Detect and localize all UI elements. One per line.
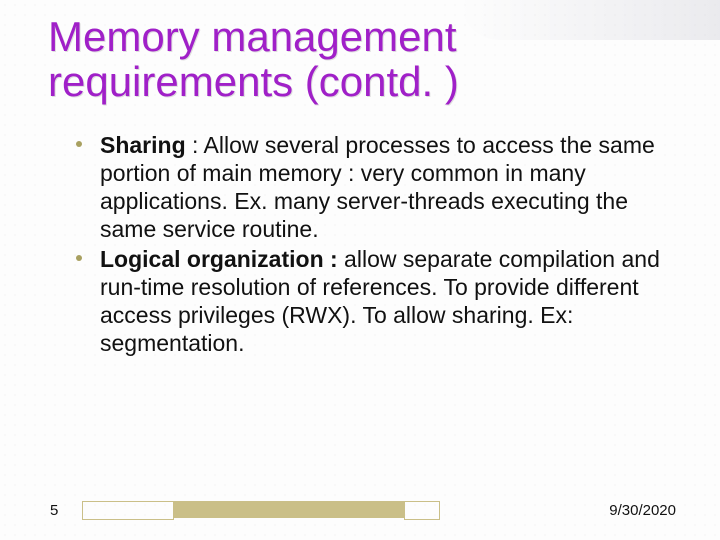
footer-bar-segment <box>404 501 440 520</box>
footer-bar <box>82 501 440 520</box>
list-item: Logical organization : allow separate co… <box>76 245 678 357</box>
list-item: Sharing : Allow several processes to acc… <box>76 131 678 243</box>
bullet-list: Sharing : Allow several processes to acc… <box>76 131 678 357</box>
bullet-lead: Sharing <box>100 132 186 158</box>
footer-bar-segment <box>174 501 404 518</box>
slide-date: 9/30/2020 <box>609 502 676 519</box>
page-number: 5 <box>50 502 68 519</box>
footer-bar-segment <box>82 501 174 520</box>
slide-footer: 5 9/30/2020 <box>50 501 676 520</box>
bullet-lead: Logical organization : <box>100 246 338 272</box>
slide-title: Memory management requirements (contd. ) <box>48 14 678 105</box>
slide: Memory management requirements (contd. )… <box>0 0 720 540</box>
